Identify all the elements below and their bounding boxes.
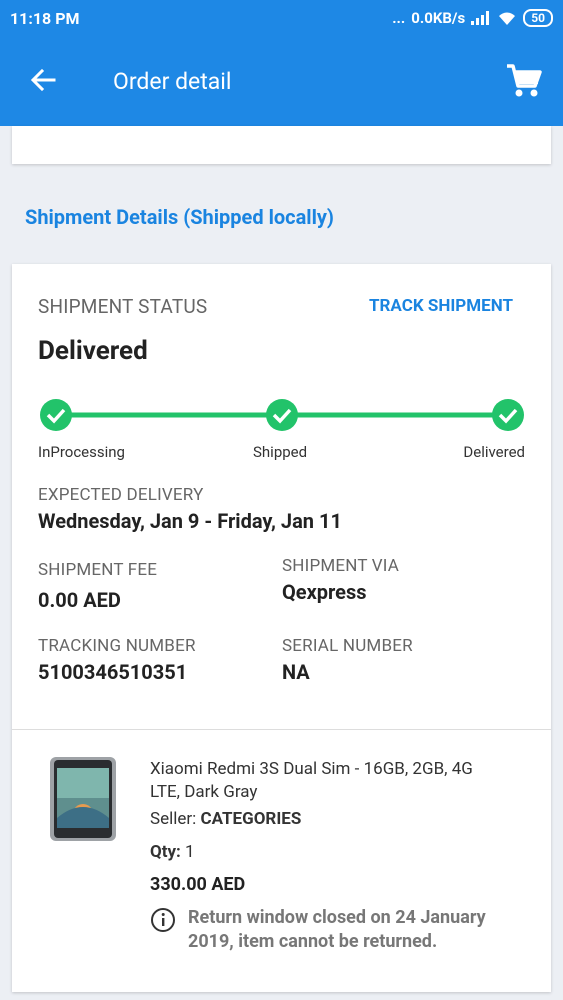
return-note-line2: 2019, item cannot be returned. xyxy=(188,931,438,952)
app-bar: Order detail xyxy=(0,38,563,126)
shipment-fee-value: 0.00 AED xyxy=(38,588,121,612)
seller-value: CATEGORIES xyxy=(200,809,302,829)
seller-label: Seller: xyxy=(150,809,197,829)
expected-delivery-value: Wednesday, Jan 9 - Friday, Jan 11 xyxy=(38,509,342,533)
shopping-cart-icon xyxy=(507,64,542,97)
step-label-delivered: Delivered xyxy=(463,443,525,461)
shipment-status-label: SHIPMENT STATUS xyxy=(38,295,208,318)
seller-row: Seller: CATEGORIES xyxy=(150,809,301,829)
tracking-number-value: 5100346510351 xyxy=(38,660,188,684)
shipment-section-title: Shipment Details (Shipped locally) xyxy=(25,205,334,229)
qty-row: Qty: 1 xyxy=(150,842,195,862)
cart-button[interactable] xyxy=(501,60,545,100)
product-price: 330.00 AED xyxy=(150,874,246,895)
previous-card xyxy=(12,126,551,164)
step-delivered-check-icon xyxy=(492,399,524,431)
back-button[interactable] xyxy=(24,60,64,100)
status-time: 11:18 PM xyxy=(10,9,80,28)
shipment-via-label: SHIPMENT VIA xyxy=(282,556,400,576)
expected-delivery-label: EXPECTED DELIVERY xyxy=(38,485,204,505)
qty-value: 1 xyxy=(185,842,195,862)
status-bar: 11:18 PM ... 0.0KB/s 50 xyxy=(0,0,563,38)
info-icon xyxy=(151,908,175,932)
step-shipped-check-icon xyxy=(266,399,298,431)
product-image[interactable] xyxy=(48,756,118,842)
qty-label: Qty: xyxy=(150,842,181,862)
serial-number-label: SERIAL NUMBER xyxy=(282,636,413,656)
card-divider xyxy=(12,729,551,730)
shipment-progress-stepper xyxy=(40,399,524,431)
step-label-inprocessing: InProcessing xyxy=(38,443,125,461)
arrow-left-icon xyxy=(30,68,56,92)
shipment-status-value: Delivered xyxy=(38,336,148,366)
serial-number-value: NA xyxy=(282,660,310,684)
page-title: Order detail xyxy=(113,68,232,95)
step-inprocessing-check-icon xyxy=(40,399,72,431)
product-title-line2[interactable]: LTE, Dark Gray xyxy=(150,781,257,804)
return-note-line1: Return window closed on 24 January xyxy=(188,907,486,928)
signal-icon xyxy=(471,11,490,25)
wifi-icon xyxy=(499,12,516,25)
shipment-via-value: Qexpress xyxy=(282,580,367,604)
status-dots: ... xyxy=(392,9,406,27)
product-title-line1[interactable]: Xiaomi Redmi 3S Dual Sim - 16GB, 2GB, 4G xyxy=(150,758,473,781)
network-speed: 0.0KB/s xyxy=(411,9,466,27)
status-indicators: ... 0.0KB/s 50 xyxy=(392,9,553,27)
step-label-shipped: Shipped xyxy=(253,443,308,461)
battery-indicator: 50 xyxy=(523,9,553,27)
track-shipment-button[interactable]: TRACK SHIPMENT xyxy=(369,296,513,316)
shipment-fee-label: SHIPMENT FEE xyxy=(38,560,158,580)
shipment-card: SHIPMENT STATUS TRACK SHIPMENT Delivered… xyxy=(12,264,551,992)
tracking-number-label: TRACKING NUMBER xyxy=(38,636,196,656)
